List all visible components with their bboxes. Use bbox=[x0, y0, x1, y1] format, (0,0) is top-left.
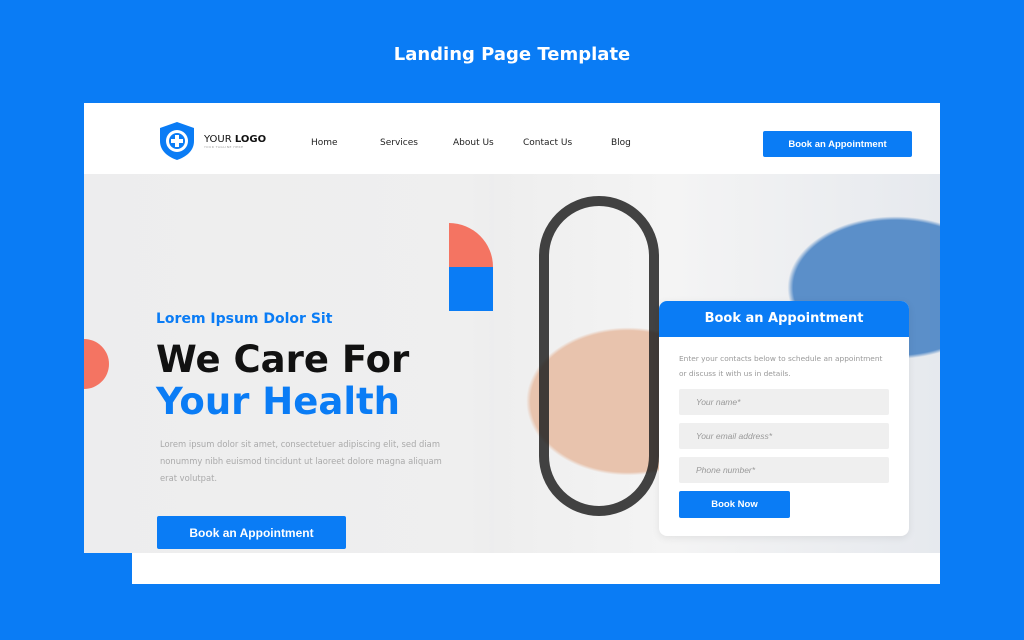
shield-plus-icon bbox=[160, 122, 194, 160]
logo-tagline: YOUR TAGLINE HERE bbox=[204, 144, 244, 149]
nav-book-button[interactable]: Book an Appointment bbox=[763, 131, 912, 157]
decor-square bbox=[449, 267, 493, 311]
hero-title: We Care For Your Health bbox=[156, 339, 409, 423]
stethoscope-image bbox=[539, 196, 659, 516]
navbar: YOUR LOGO YOUR TAGLINE HERE Home Services… bbox=[84, 103, 940, 174]
hero-paragraph: Lorem ipsum dolor sit amet, consectetuer… bbox=[160, 439, 442, 483]
appointment-form: Book an Appointment Enter your contacts … bbox=[659, 301, 909, 536]
hero-subtitle: Lorem Ipsum Dolor Sit bbox=[156, 311, 333, 327]
landing-card: Lorem Ipsum Dolor Sit We Care For Your He… bbox=[84, 103, 940, 553]
decor-half-circle bbox=[84, 339, 109, 389]
email-input[interactable] bbox=[679, 423, 889, 449]
nav-blog[interactable]: Blog bbox=[611, 138, 631, 148]
nav-about-us[interactable]: About Us bbox=[453, 138, 494, 148]
nav-contact-us[interactable]: Contact Us bbox=[523, 138, 572, 148]
phone-input[interactable] bbox=[679, 457, 889, 483]
hero-book-button[interactable]: Book an Appointment bbox=[157, 516, 346, 549]
logo[interactable]: YOUR LOGO YOUR TAGLINE HERE bbox=[158, 121, 266, 161]
form-description: Enter your contacts below to schedule an… bbox=[679, 354, 883, 378]
hero-title-line1: We Care For bbox=[156, 338, 410, 381]
logo-text: YOUR LOGO bbox=[204, 133, 267, 145]
nav-services[interactable]: Services bbox=[380, 138, 418, 148]
book-now-button[interactable]: Book Now bbox=[679, 491, 790, 518]
name-input[interactable] bbox=[679, 389, 889, 415]
form-title: Book an Appointment bbox=[659, 301, 909, 337]
hero: Lorem Ipsum Dolor Sit We Care For Your He… bbox=[84, 174, 940, 553]
hero-title-line2: Your Health bbox=[156, 380, 401, 423]
page-title: Landing Page Template bbox=[393, 44, 631, 65]
decor-quarter-circle bbox=[449, 223, 493, 267]
nav-home[interactable]: Home bbox=[311, 138, 338, 148]
